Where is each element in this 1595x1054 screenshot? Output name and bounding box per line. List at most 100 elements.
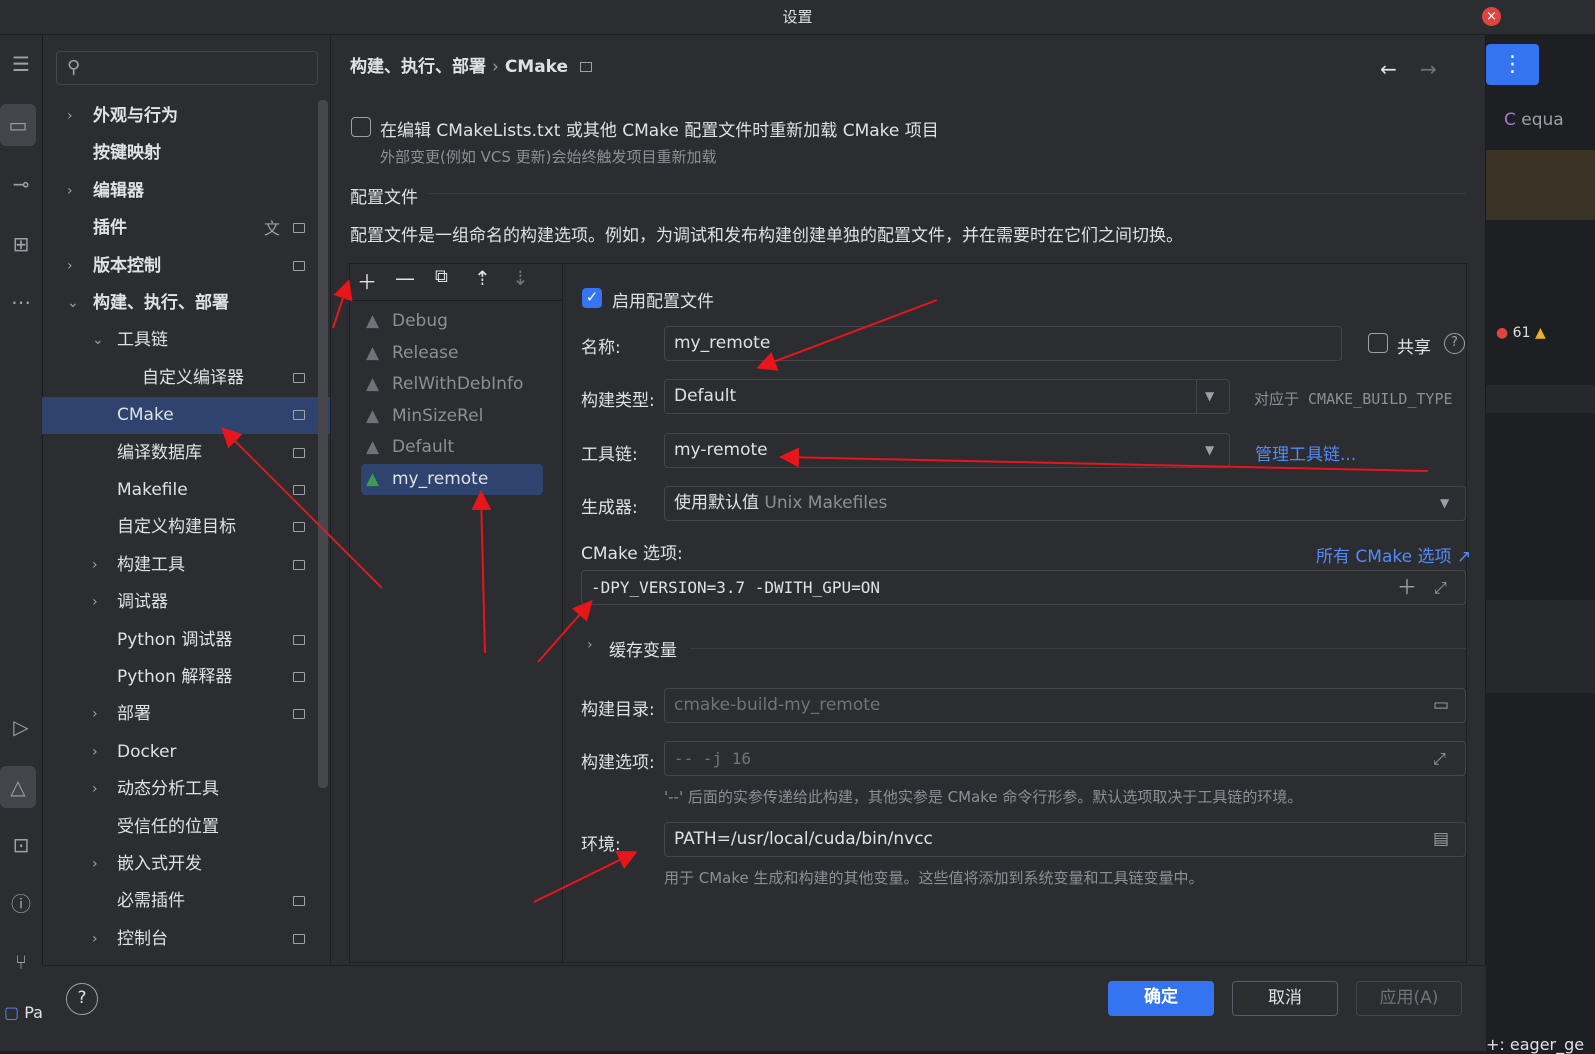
profile-item[interactable]: ▲ Debug	[361, 306, 543, 337]
chevron-right-icon[interactable]: ›	[587, 637, 593, 653]
tree-item-label: 编辑器	[93, 180, 144, 201]
tree-item[interactable]: 受信任的位置	[42, 809, 330, 846]
profile-item[interactable]: ▲ my_remote	[361, 464, 543, 495]
remove-profile-icon[interactable]: —	[395, 266, 415, 290]
enable-profile-checkbox[interactable]: ✓	[582, 288, 602, 308]
close-icon[interactable]: ×	[1482, 7, 1501, 26]
manage-toolchains-link[interactable]: 管理工具链...	[1255, 440, 1356, 465]
tree-item[interactable]: ⌄ 构建、执行、部署	[42, 285, 330, 322]
problems-icon[interactable]: ⓘ	[0, 883, 42, 925]
tree-item[interactable]: › 编辑器	[42, 173, 330, 210]
help-button[interactable]: ?	[66, 983, 98, 1015]
expand-icon[interactable]: ⤢	[1434, 571, 1447, 604]
tree-item-label: 调试器	[117, 592, 168, 613]
chevron-down-icon[interactable]: ⌄	[67, 285, 79, 322]
tree-item[interactable]: Python 调试器	[42, 622, 330, 659]
tree-item[interactable]: 必需插件	[42, 883, 330, 920]
editor-tab-peek[interactable]: C equa	[1504, 110, 1564, 130]
more-options-button[interactable]: ⋮	[1486, 44, 1539, 85]
expand-icon[interactable]: ⤢	[1433, 742, 1446, 775]
tree-item[interactable]: › 控制台	[42, 921, 330, 958]
chevron-right-icon[interactable]: ›	[92, 734, 98, 771]
ok-button[interactable]: 确定	[1108, 981, 1214, 1016]
splitter[interactable]	[330, 35, 331, 965]
all-cmake-options-link[interactable]: 所有 CMake 选项 ↗	[1316, 542, 1471, 567]
back-arrow-icon[interactable]: ←	[1380, 57, 1397, 81]
apply-button[interactable]: 应用(A)	[1356, 981, 1462, 1016]
environment-input[interactable]: PATH=/usr/local/cuda/bin/nvcc ▤	[664, 822, 1466, 857]
chevron-down-icon[interactable]: ▼	[1440, 487, 1449, 520]
tree-item[interactable]: › 动态分析工具	[42, 771, 330, 808]
git-icon[interactable]: ⑂	[0, 941, 42, 983]
tree-item[interactable]: › 调试器	[42, 584, 330, 621]
insert-macro-icon[interactable]: ＋	[1397, 571, 1417, 604]
reload-cmake-checkbox[interactable]	[351, 117, 371, 137]
translate-icon: 文	[263, 219, 280, 239]
chevron-down-icon[interactable]: ⌄	[92, 322, 104, 359]
build-dir-label: 构建目录:	[581, 700, 655, 720]
tree-item[interactable]: › 构建工具	[42, 547, 330, 584]
tree-item-label: 插件	[93, 218, 127, 239]
folder-browse-icon[interactable]: ▭	[1433, 689, 1449, 722]
profile-item[interactable]: ▲ MinSizeRel	[361, 401, 543, 432]
copy-profile-icon[interactable]: ⧉	[435, 266, 448, 287]
move-down-icon[interactable]: ⇣	[512, 266, 529, 290]
chevron-down-icon[interactable]: ▼	[1205, 434, 1214, 467]
tree-item[interactable]: › 外观与行为	[42, 98, 330, 135]
tree-item[interactable]: 自定义构建目标	[42, 509, 330, 546]
commit-icon[interactable]: ⊸	[0, 163, 42, 205]
menu-icon[interactable]: ☰	[0, 43, 42, 85]
tree-item[interactable]: Python 解释器	[42, 659, 330, 696]
toolchain-combo[interactable]: my-remote ▼	[664, 433, 1230, 468]
chevron-right-icon[interactable]: ›	[92, 771, 98, 808]
chevron-right-icon[interactable]: ›	[92, 547, 98, 584]
chevron-right-icon[interactable]: ›	[67, 173, 73, 210]
chevron-right-icon[interactable]: ›	[92, 921, 98, 958]
tree-item[interactable]: CMake	[42, 397, 330, 435]
tree-item[interactable]: › 嵌入式开发	[42, 846, 330, 883]
help-icon[interactable]: ?	[1444, 333, 1465, 354]
tree-item[interactable]: › Docker	[42, 734, 330, 771]
chevron-right-icon[interactable]: ›	[67, 98, 73, 135]
tree-scrollbar[interactable]	[318, 100, 328, 788]
build-dir-input[interactable]: cmake-build-my_remote ▭	[664, 688, 1466, 723]
tree-item[interactable]: 按键映射	[42, 135, 330, 172]
tree-item[interactable]: Makefile	[42, 472, 330, 509]
profile-name-input[interactable]: my_remote	[664, 326, 1342, 361]
profile-item[interactable]: ▲ RelWithDebInfo	[361, 369, 543, 400]
generator-combo[interactable]: 使用默认值 Unix Makefiles ▼	[664, 486, 1466, 521]
tree-item[interactable]: 自定义编译器	[42, 360, 330, 397]
profile-item[interactable]: ▲ Release	[361, 338, 543, 369]
tree-item[interactable]: › 版本控制	[42, 248, 330, 285]
profile-item[interactable]: ▲ Default	[361, 432, 543, 463]
chevron-right-icon[interactable]: ›	[92, 696, 98, 733]
tree-item-label: 控制台	[117, 928, 168, 949]
chevron-right-icon[interactable]: ›	[67, 248, 73, 285]
tree-item[interactable]: 编译数据库	[42, 435, 330, 472]
terminal-icon[interactable]: ⊡	[0, 824, 42, 866]
forward-arrow-icon[interactable]: →	[1420, 57, 1437, 81]
tree-item[interactable]: 插件 文	[42, 210, 330, 247]
run-icon[interactable]: ▷	[0, 706, 42, 748]
chevron-down-icon[interactable]: ▼	[1205, 380, 1214, 413]
chevron-right-icon[interactable]: ›	[92, 846, 98, 883]
structure-icon[interactable]: ⊞	[0, 223, 42, 265]
tree-item-label: 嵌入式开发	[117, 854, 202, 874]
cache-variables-toggle[interactable]: 缓存变量	[609, 636, 677, 661]
add-profile-icon[interactable]: ＋	[357, 266, 377, 295]
cmake-options-input[interactable]: -DPY_VERSION=3.7 -DWITH_GPU=ON ＋ ⤢	[581, 570, 1466, 605]
settings-search-input[interactable]: ⚲	[56, 51, 318, 85]
cmake-icon[interactable]: △	[0, 766, 36, 808]
build-type-combo[interactable]: Default ▼	[664, 379, 1230, 414]
build-options-input[interactable]: -- -j 16 ⤢	[664, 741, 1466, 776]
chevron-right-icon[interactable]: ›	[92, 584, 98, 621]
edit-env-icon[interactable]: ▤	[1433, 823, 1449, 856]
move-up-icon[interactable]: ⇡	[474, 266, 491, 290]
more-icon[interactable]: ⋯	[0, 281, 42, 323]
share-checkbox[interactable]	[1368, 333, 1388, 353]
settings-tree: › 外观与行为 按键映射 › 编辑器 插件 文 › 版本控制 ⌄ 构建、执行、部署 ⌄ 工具链 自定义编译…	[42, 98, 330, 968]
tree-item[interactable]: ⌄ 工具链	[42, 322, 330, 359]
folder-icon[interactable]: ▭	[0, 104, 36, 146]
tree-item[interactable]: › 部署	[42, 696, 330, 733]
cancel-button[interactable]: 取消	[1232, 981, 1338, 1016]
